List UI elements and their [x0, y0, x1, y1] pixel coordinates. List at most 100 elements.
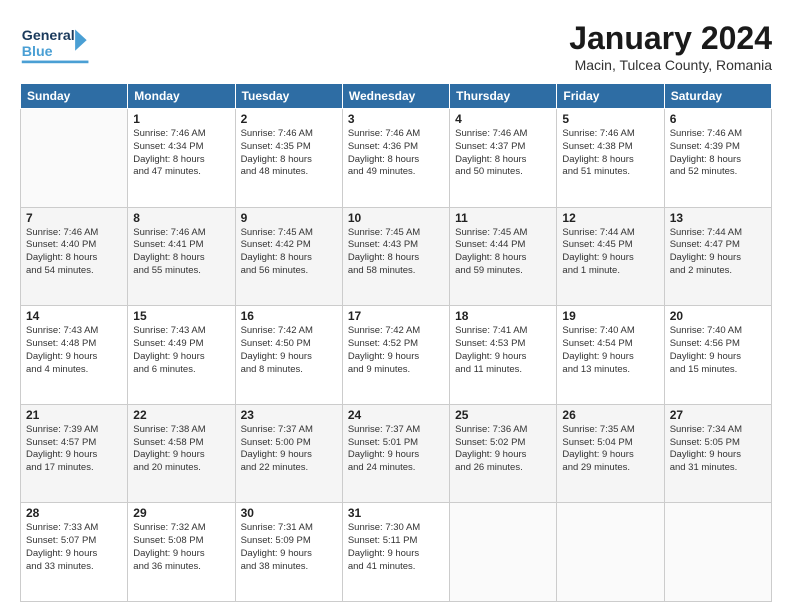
table-row: 20 Sunrise: 7:40 AM Sunset: 4:56 PM Dayli…	[664, 306, 771, 405]
col-saturday: Saturday	[664, 84, 771, 109]
day-info: Sunrise: 7:43 AM Sunset: 4:49 PM Dayligh…	[133, 325, 229, 376]
day-info: Sunrise: 7:40 AM Sunset: 4:56 PM Dayligh…	[670, 325, 766, 376]
table-row: 28 Sunrise: 7:33 AM Sunset: 5:07 PM Dayli…	[21, 503, 128, 602]
day-number: 15	[133, 309, 229, 323]
table-row	[557, 503, 664, 602]
day-info: Sunrise: 7:45 AM Sunset: 4:44 PM Dayligh…	[455, 227, 551, 278]
col-friday: Friday	[557, 84, 664, 109]
logo: General Blue	[20, 20, 100, 70]
col-thursday: Thursday	[450, 84, 557, 109]
calendar-table: Sunday Monday Tuesday Wednesday Thursday…	[20, 83, 772, 602]
day-number: 28	[26, 506, 122, 520]
table-row: 23 Sunrise: 7:37 AM Sunset: 5:00 PM Dayli…	[235, 404, 342, 503]
table-row: 30 Sunrise: 7:31 AM Sunset: 5:09 PM Dayli…	[235, 503, 342, 602]
day-info: Sunrise: 7:46 AM Sunset: 4:36 PM Dayligh…	[348, 128, 444, 179]
table-row: 7 Sunrise: 7:46 AM Sunset: 4:40 PM Daylig…	[21, 207, 128, 306]
table-row: 31 Sunrise: 7:30 AM Sunset: 5:11 PM Dayli…	[342, 503, 449, 602]
day-number: 23	[241, 408, 337, 422]
day-number: 5	[562, 112, 658, 126]
day-number: 31	[348, 506, 444, 520]
day-number: 1	[133, 112, 229, 126]
day-number: 18	[455, 309, 551, 323]
day-info: Sunrise: 7:46 AM Sunset: 4:37 PM Dayligh…	[455, 128, 551, 179]
week-row: 28 Sunrise: 7:33 AM Sunset: 5:07 PM Dayli…	[21, 503, 772, 602]
table-row: 1 Sunrise: 7:46 AM Sunset: 4:34 PM Daylig…	[128, 109, 235, 208]
day-number: 22	[133, 408, 229, 422]
table-row: 21Sunrise: 7:39 AM Sunset: 4:57 PM Dayli…	[21, 404, 128, 503]
day-info: Sunrise: 7:38 AM Sunset: 4:58 PM Dayligh…	[133, 424, 229, 475]
day-info: Sunrise: 7:40 AM Sunset: 4:54 PM Dayligh…	[562, 325, 658, 376]
page: General Blue January 2024 Macin, Tulcea …	[0, 0, 792, 612]
day-info: Sunrise: 7:46 AM Sunset: 4:34 PM Dayligh…	[133, 128, 229, 179]
table-row: 4 Sunrise: 7:46 AM Sunset: 4:37 PM Daylig…	[450, 109, 557, 208]
day-info: Sunrise: 7:35 AM Sunset: 5:04 PM Dayligh…	[562, 424, 658, 475]
table-row	[664, 503, 771, 602]
table-row: 3 Sunrise: 7:46 AM Sunset: 4:36 PM Daylig…	[342, 109, 449, 208]
day-info: Sunrise: 7:46 AM Sunset: 4:35 PM Dayligh…	[241, 128, 337, 179]
day-info: Sunrise: 7:39 AM Sunset: 4:57 PM Dayligh…	[26, 424, 122, 475]
col-wednesday: Wednesday	[342, 84, 449, 109]
header: General Blue January 2024 Macin, Tulcea …	[20, 20, 772, 73]
day-info: Sunrise: 7:42 AM Sunset: 4:50 PM Dayligh…	[241, 325, 337, 376]
day-number: 13	[670, 211, 766, 225]
day-info: Sunrise: 7:31 AM Sunset: 5:09 PM Dayligh…	[241, 522, 337, 573]
day-number: 2	[241, 112, 337, 126]
day-number: 17	[348, 309, 444, 323]
table-row: 15 Sunrise: 7:43 AM Sunset: 4:49 PM Dayli…	[128, 306, 235, 405]
week-row: 1 Sunrise: 7:46 AM Sunset: 4:34 PM Daylig…	[21, 109, 772, 208]
table-row: 12Sunrise: 7:44 AM Sunset: 4:45 PM Dayli…	[557, 207, 664, 306]
table-row: 26Sunrise: 7:35 AM Sunset: 5:04 PM Dayli…	[557, 404, 664, 503]
table-row: 6Sunrise: 7:46 AM Sunset: 4:39 PM Daylig…	[664, 109, 771, 208]
week-row: 21Sunrise: 7:39 AM Sunset: 4:57 PM Dayli…	[21, 404, 772, 503]
day-number: 3	[348, 112, 444, 126]
day-number: 9	[241, 211, 337, 225]
day-info: Sunrise: 7:32 AM Sunset: 5:08 PM Dayligh…	[133, 522, 229, 573]
table-row: 2 Sunrise: 7:46 AM Sunset: 4:35 PM Daylig…	[235, 109, 342, 208]
day-info: Sunrise: 7:37 AM Sunset: 5:00 PM Dayligh…	[241, 424, 337, 475]
calendar-title: January 2024	[569, 20, 772, 57]
col-tuesday: Tuesday	[235, 84, 342, 109]
day-info: Sunrise: 7:33 AM Sunset: 5:07 PM Dayligh…	[26, 522, 122, 573]
day-info: Sunrise: 7:41 AM Sunset: 4:53 PM Dayligh…	[455, 325, 551, 376]
col-monday: Monday	[128, 84, 235, 109]
week-row: 7 Sunrise: 7:46 AM Sunset: 4:40 PM Daylig…	[21, 207, 772, 306]
day-number: 4	[455, 112, 551, 126]
day-number: 27	[670, 408, 766, 422]
calendar-subtitle: Macin, Tulcea County, Romania	[569, 57, 772, 73]
table-row: 9Sunrise: 7:45 AM Sunset: 4:42 PM Daylig…	[235, 207, 342, 306]
day-info: Sunrise: 7:37 AM Sunset: 5:01 PM Dayligh…	[348, 424, 444, 475]
day-number: 25	[455, 408, 551, 422]
day-number: 16	[241, 309, 337, 323]
table-row: 16 Sunrise: 7:42 AM Sunset: 4:50 PM Dayli…	[235, 306, 342, 405]
table-row: 29Sunrise: 7:32 AM Sunset: 5:08 PM Dayli…	[128, 503, 235, 602]
day-info: Sunrise: 7:34 AM Sunset: 5:05 PM Dayligh…	[670, 424, 766, 475]
week-row: 14Sunrise: 7:43 AM Sunset: 4:48 PM Dayli…	[21, 306, 772, 405]
table-row: 5 Sunrise: 7:46 AM Sunset: 4:38 PM Daylig…	[557, 109, 664, 208]
table-row: 27 Sunrise: 7:34 AM Sunset: 5:05 PM Dayli…	[664, 404, 771, 503]
day-info: Sunrise: 7:44 AM Sunset: 4:45 PM Dayligh…	[562, 227, 658, 278]
day-number: 7	[26, 211, 122, 225]
day-number: 24	[348, 408, 444, 422]
day-number: 8	[133, 211, 229, 225]
day-number: 11	[455, 211, 551, 225]
day-number: 20	[670, 309, 766, 323]
day-info: Sunrise: 7:46 AM Sunset: 4:41 PM Dayligh…	[133, 227, 229, 278]
table-row: 11 Sunrise: 7:45 AM Sunset: 4:44 PM Dayli…	[450, 207, 557, 306]
table-row: 24 Sunrise: 7:37 AM Sunset: 5:01 PM Dayli…	[342, 404, 449, 503]
table-row: 13 Sunrise: 7:44 AM Sunset: 4:47 PM Dayli…	[664, 207, 771, 306]
table-row	[450, 503, 557, 602]
day-info: Sunrise: 7:30 AM Sunset: 5:11 PM Dayligh…	[348, 522, 444, 573]
table-row: 17Sunrise: 7:42 AM Sunset: 4:52 PM Dayli…	[342, 306, 449, 405]
day-number: 6	[670, 112, 766, 126]
table-row	[21, 109, 128, 208]
day-number: 19	[562, 309, 658, 323]
day-number: 30	[241, 506, 337, 520]
table-row: 25 Sunrise: 7:36 AM Sunset: 5:02 PM Dayli…	[450, 404, 557, 503]
day-number: 14	[26, 309, 122, 323]
day-info: Sunrise: 7:46 AM Sunset: 4:38 PM Dayligh…	[562, 128, 658, 179]
day-info: Sunrise: 7:36 AM Sunset: 5:02 PM Dayligh…	[455, 424, 551, 475]
day-info: Sunrise: 7:46 AM Sunset: 4:40 PM Dayligh…	[26, 227, 122, 278]
day-info: Sunrise: 7:44 AM Sunset: 4:47 PM Dayligh…	[670, 227, 766, 278]
table-row: 18 Sunrise: 7:41 AM Sunset: 4:53 PM Dayli…	[450, 306, 557, 405]
table-row: 14Sunrise: 7:43 AM Sunset: 4:48 PM Dayli…	[21, 306, 128, 405]
